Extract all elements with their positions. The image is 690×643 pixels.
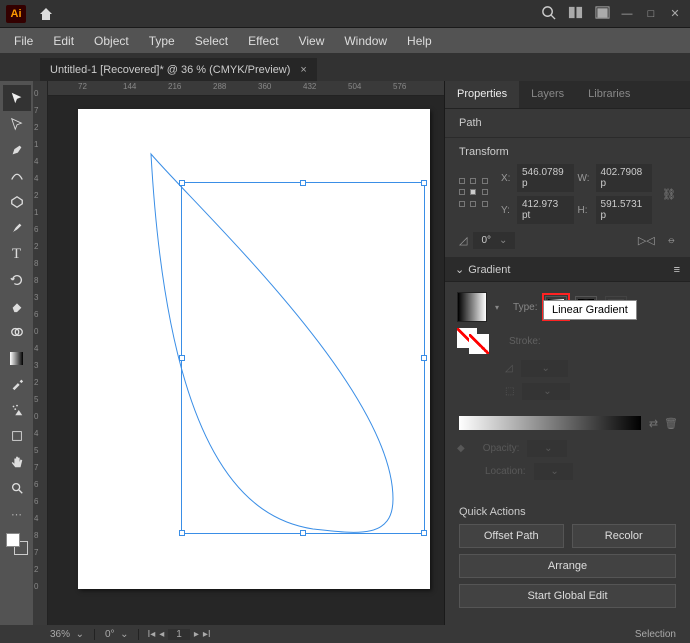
direct-selection-tool[interactable] (3, 111, 31, 137)
type-tool[interactable]: T (3, 241, 31, 267)
x-field[interactable]: 546.0789 p (517, 164, 574, 192)
app-badge: Ai (6, 5, 26, 23)
rotate-field[interactable]: 0°⌄ (473, 232, 515, 249)
menu-effect[interactable]: Effect (238, 30, 288, 52)
handle-nw[interactable] (179, 180, 185, 186)
flip-h-icon[interactable]: ▷◁ (638, 234, 655, 247)
fill-stroke-swatch[interactable] (6, 533, 28, 555)
prev-artboard-icon[interactable]: ◂ (159, 629, 164, 640)
document-tab[interactable]: Untitled-1 [Recovered]* @ 36 % (CMYK/Pre… (40, 58, 317, 81)
rotation-level[interactable]: 0° ⌄ (95, 629, 140, 640)
tab-close-icon[interactable]: × (300, 64, 306, 76)
artboard (78, 109, 430, 589)
gradient-aspect[interactable]: ⌄ (522, 383, 569, 400)
arrange-button[interactable]: Arrange (459, 554, 676, 578)
ruler-vertical: 072144216288360432504576648720 (33, 81, 48, 625)
eyedropper-tool[interactable] (3, 371, 31, 397)
handle-w[interactable] (179, 355, 185, 361)
tab-layers[interactable]: Layers (519, 81, 576, 108)
delete-stop-icon[interactable]: 🗑 (664, 417, 678, 430)
close-icon[interactable]: ✕ (668, 7, 682, 21)
gradient-tool[interactable] (3, 345, 31, 371)
tool-panel: T ⋯ (0, 81, 33, 625)
first-artboard-icon[interactable]: I◂ (147, 629, 155, 640)
menu-view[interactable]: View (289, 30, 335, 52)
artboard-tool[interactable] (3, 423, 31, 449)
offset-path-button[interactable]: Offset Path (459, 524, 564, 548)
chevron-down-icon: ⌄ (455, 263, 464, 276)
menu-select[interactable]: Select (185, 30, 238, 52)
y-field[interactable]: 412.973 pt (517, 196, 574, 224)
pen-tool[interactable] (3, 137, 31, 163)
aspect-icon: ⬚ (505, 386, 514, 397)
menu-help[interactable]: Help (397, 30, 442, 52)
right-panels: Properties Layers Libraries Path Transfo… (444, 81, 690, 625)
menu-edit[interactable]: Edit (43, 30, 84, 52)
handle-s[interactable] (300, 530, 306, 536)
gradient-angle[interactable]: ⌄ (521, 360, 568, 377)
menu-window[interactable]: Window (334, 30, 397, 52)
hand-tool[interactable] (3, 449, 31, 475)
artboard-num[interactable]: 1 (168, 629, 190, 640)
w-field[interactable]: 402.7908 p (596, 164, 653, 192)
menu-object[interactable]: Object (84, 30, 139, 52)
start-global-edit-button[interactable]: Start Global Edit (459, 584, 676, 608)
location-field[interactable]: ⌄ (534, 463, 573, 480)
reference-point[interactable] (459, 178, 491, 210)
recolor-button[interactable]: Recolor (572, 524, 677, 548)
symbol-sprayer-tool[interactable] (3, 397, 31, 423)
flip-v-icon[interactable]: ⦵ (667, 234, 676, 247)
menu-type[interactable]: Type (139, 30, 185, 52)
status-mode: Selection (625, 629, 686, 640)
last-artboard-icon[interactable]: ▸I (203, 629, 211, 640)
search-icon[interactable] (541, 5, 556, 23)
tab-title: Untitled-1 [Recovered]* @ 36 % (CMYK/Pre… (50, 64, 290, 76)
handle-ne[interactable] (421, 180, 427, 186)
handle-n[interactable] (300, 180, 306, 186)
rotate-tool[interactable] (3, 267, 31, 293)
angle-icon: ◿ (459, 234, 467, 247)
panel-menu-icon[interactable]: ≡ (674, 264, 680, 276)
zoom-tool[interactable] (3, 475, 31, 501)
tab-properties[interactable]: Properties (445, 81, 519, 108)
h-field[interactable]: 591.5731 p (596, 196, 653, 224)
selection-tool[interactable] (3, 85, 31, 111)
home-icon[interactable] (32, 0, 60, 28)
more-tools[interactable]: ⋯ (3, 501, 31, 527)
gradient-swatch[interactable] (457, 292, 487, 322)
tooltip: Linear Gradient (543, 300, 637, 320)
handle-e[interactable] (421, 355, 427, 361)
gradient-panel-header[interactable]: ⌄ Gradient ≡ (445, 258, 690, 282)
link-wh-icon[interactable]: ⛓ (662, 188, 676, 201)
selection-type: Path (459, 117, 676, 129)
next-artboard-icon[interactable]: ▸ (194, 629, 199, 640)
angle-icon: ◿ (505, 363, 513, 374)
eraser-tool[interactable] (3, 293, 31, 319)
handle-sw[interactable] (179, 530, 185, 536)
brush-tool[interactable] (3, 215, 31, 241)
selection-bounds (181, 182, 425, 534)
reverse-icon[interactable]: ⇄ (649, 417, 658, 430)
minimize-icon[interactable]: — (620, 7, 634, 21)
ruler-horizontal: 72 144 216 288 360 432 504 576 (48, 81, 444, 96)
rectangle-tool[interactable] (3, 189, 31, 215)
opacity-field[interactable]: ⌄ (527, 440, 566, 457)
transform-title: Transform (459, 146, 676, 158)
zoom-level[interactable]: 36% ⌄ (40, 629, 95, 640)
stroke-none-swatch[interactable] (469, 334, 489, 354)
workspace-icon[interactable] (568, 5, 583, 23)
gradient-slider[interactable] (459, 416, 641, 430)
tab-libraries[interactable]: Libraries (576, 81, 642, 108)
menu-file[interactable]: File (4, 30, 43, 52)
menubar: File Edit Object Type Select Effect View… (0, 28, 690, 53)
status-bar: 36% ⌄ 0° ⌄ I◂ ◂ 1 ▸ ▸I Selection (0, 625, 690, 643)
quick-actions-title: Quick Actions (459, 506, 676, 518)
restore-icon[interactable]: □ (644, 7, 658, 21)
canvas-area[interactable]: 72 144 216 288 360 432 504 576 (48, 81, 444, 625)
shape-builder-tool[interactable] (3, 319, 31, 345)
arrange-docs-icon[interactable] (595, 5, 610, 23)
handle-se[interactable] (421, 530, 427, 536)
curvature-tool[interactable] (3, 163, 31, 189)
stop-color-icon: ◆ (457, 443, 465, 454)
